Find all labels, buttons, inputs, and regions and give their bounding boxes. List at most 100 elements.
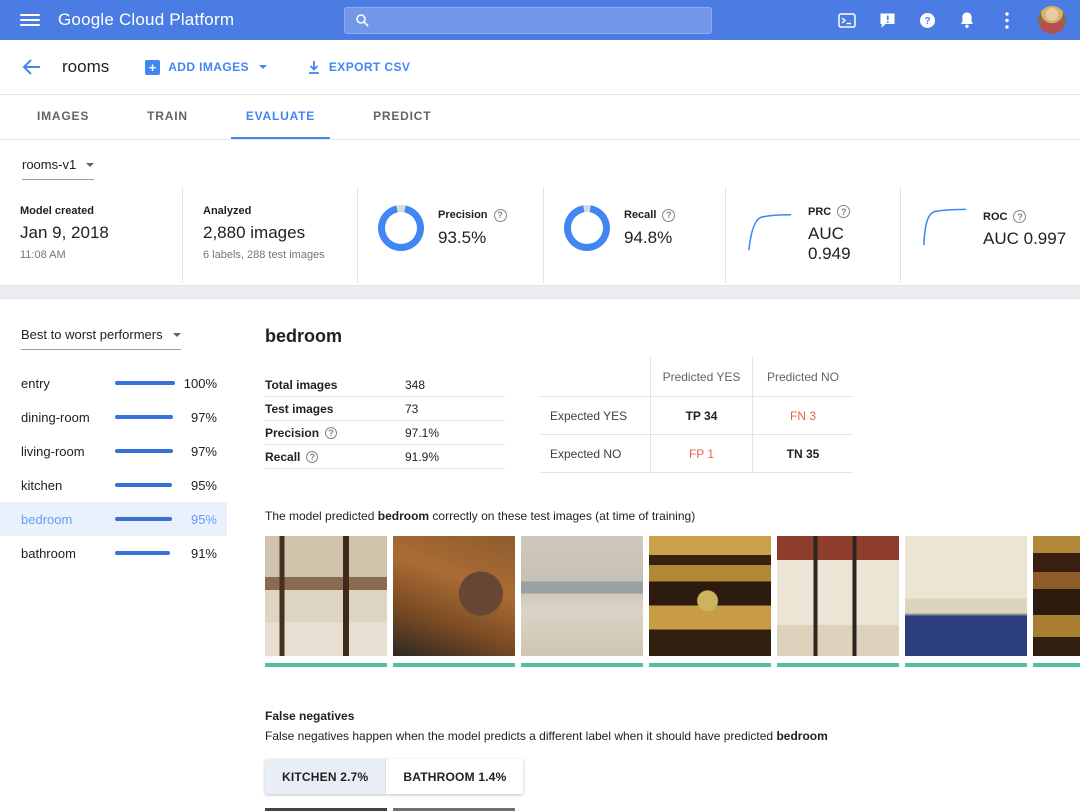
test-image-antique-chest-2[interactable] [1033, 536, 1080, 667]
hamburger-icon[interactable] [20, 14, 40, 26]
performers-sort-value: Best to worst performers [21, 327, 163, 342]
stat-label: PRC [808, 206, 831, 218]
performers-list: entry 100% dining-room 97% living-room 9… [0, 366, 227, 570]
metric-value: 348 [405, 378, 425, 392]
search-icon [353, 11, 371, 29]
thumbnail-score-bar [265, 663, 387, 667]
tab-images[interactable]: IMAGES [22, 95, 104, 139]
automl-evaluate-page: Google Cloud Platform ? [0, 0, 1080, 811]
caret-down-icon [259, 65, 267, 69]
back-arrow-icon[interactable] [22, 55, 46, 79]
stat-recall: Recall 94.8% [543, 187, 725, 283]
cloud-shell-icon[interactable] [838, 11, 856, 29]
help-icon[interactable] [837, 205, 850, 218]
test-image-wooden-desk-chair[interactable] [393, 536, 515, 667]
chip-bathroom[interactable]: BATHROOM 1.4% [385, 759, 523, 794]
confusion-matrix: Predicted YES Predicted NO Expected YES … [540, 357, 853, 473]
stat-label: Model created [20, 205, 172, 217]
section-divider-band [0, 285, 1080, 299]
performer-row-entry[interactable]: entry 100% [0, 366, 227, 400]
more-vert-icon[interactable] [998, 11, 1016, 29]
false-negatives-title: False negatives [265, 709, 1080, 723]
stat-label: Recall [624, 209, 656, 221]
model-version-value: rooms-v1 [22, 157, 76, 172]
metric-value: 73 [405, 402, 418, 416]
tab-evaluate[interactable]: EVALUATE [231, 95, 330, 139]
test-image-dresser-drawers[interactable] [521, 536, 643, 667]
roc-curve-sparkline [921, 205, 969, 254]
help-icon[interactable] [494, 209, 507, 222]
test-image-four-poster-bed[interactable] [265, 536, 387, 667]
test-image-antique-chest[interactable] [649, 536, 771, 667]
help-icon[interactable] [306, 451, 318, 463]
dataset-title: rooms [62, 57, 109, 77]
test-image-thumbnails [265, 536, 1080, 667]
tab-train[interactable]: TRAIN [132, 95, 203, 139]
precision-donut-chart [378, 205, 424, 251]
add-images-button[interactable]: ADD IMAGES [145, 60, 267, 75]
label-detail-title: bedroom [265, 326, 1080, 347]
performer-bar [115, 551, 175, 555]
stat-value: 93.5% [438, 228, 507, 248]
performer-row-dining-room[interactable]: dining-room 97% [0, 400, 227, 434]
performer-pct: 95% [175, 512, 217, 527]
app-header: Google Cloud Platform ? [0, 0, 1080, 40]
performer-label: living-room [21, 444, 115, 459]
stat-label: ROC [983, 211, 1007, 223]
performer-row-living-room[interactable]: living-room 97% [0, 434, 227, 468]
thumbnail-score-bar [777, 663, 899, 667]
stat-prc: PRC AUC 0.949 [725, 187, 900, 283]
feedback-icon[interactable] [878, 11, 896, 29]
evaluate-main: Best to worst performers entry 100% dini… [0, 299, 1080, 811]
test-image-blue-carpet-bedroom[interactable] [905, 536, 1027, 667]
correct-predictions-caption: The model predicted bedroom correctly on… [265, 509, 1080, 523]
performer-row-bathroom[interactable]: bathroom 91% [0, 536, 227, 570]
product-title: Google Cloud Platform [58, 10, 234, 30]
add-images-label: ADD IMAGES [168, 60, 249, 74]
version-row: rooms-v1 [0, 140, 1080, 185]
search-bar[interactable] [344, 7, 712, 34]
label-metrics-table: Total images 348 Test images 73 Precisio… [265, 373, 505, 469]
caption-bold: bedroom [776, 729, 827, 743]
help-icon[interactable] [1013, 210, 1026, 223]
performer-bar [115, 449, 175, 453]
thumbnail-score-bar [649, 663, 771, 667]
export-csv-button[interactable]: EXPORT CSV [307, 60, 410, 75]
false-negatives-section: False negatives False negatives happen w… [265, 709, 1080, 811]
tab-predict[interactable]: PREDICT [358, 95, 446, 139]
download-icon [307, 60, 321, 75]
performer-row-kitchen[interactable]: kitchen 95% [0, 468, 227, 502]
stat-value: 2,880 images [203, 223, 347, 243]
caption-text: correctly on these test images (at time … [429, 509, 695, 523]
performer-label: entry [21, 376, 115, 391]
caption-text: The model predicted [265, 509, 378, 523]
stat-value: AUC 0.949 [808, 224, 890, 264]
caption-text: False negatives happen when the model pr… [265, 729, 776, 743]
stat-value: 94.8% [624, 228, 675, 248]
test-image-canopy-bedroom[interactable] [777, 536, 899, 667]
thumbnail-score-bar [905, 663, 1027, 667]
header-actions: ? [838, 6, 1066, 34]
metric-label: Test images [265, 402, 333, 416]
user-avatar[interactable] [1038, 6, 1066, 34]
stat-roc: ROC AUC 0.997 [900, 187, 1080, 283]
help-circle-icon[interactable]: ? [918, 11, 936, 29]
model-version-select[interactable]: rooms-v1 [22, 157, 94, 180]
help-icon[interactable] [325, 427, 337, 439]
bell-icon[interactable] [958, 11, 976, 29]
false-negatives-caption: False negatives happen when the model pr… [265, 729, 1080, 743]
prc-curve-sparkline [746, 210, 794, 259]
svg-text:?: ? [924, 16, 930, 27]
false-negative-chips: KITCHEN 2.7% BATHROOM 1.4% [265, 759, 523, 794]
confusion-col-predicted-no: Predicted NO [752, 357, 853, 397]
metric-row-recall: Recall 91.9% [265, 445, 505, 469]
stat-sub: 6 labels, 288 test images [203, 249, 347, 261]
search-input[interactable] [371, 13, 703, 28]
chip-kitchen[interactable]: KITCHEN 2.7% [265, 759, 385, 794]
help-icon[interactable] [662, 209, 675, 222]
performer-bar [115, 415, 175, 419]
performer-pct: 97% [175, 410, 217, 425]
performer-label: kitchen [21, 478, 115, 493]
performers-sort-select[interactable]: Best to worst performers [21, 327, 181, 350]
performer-row-bedroom[interactable]: bedroom 95% [0, 502, 227, 536]
